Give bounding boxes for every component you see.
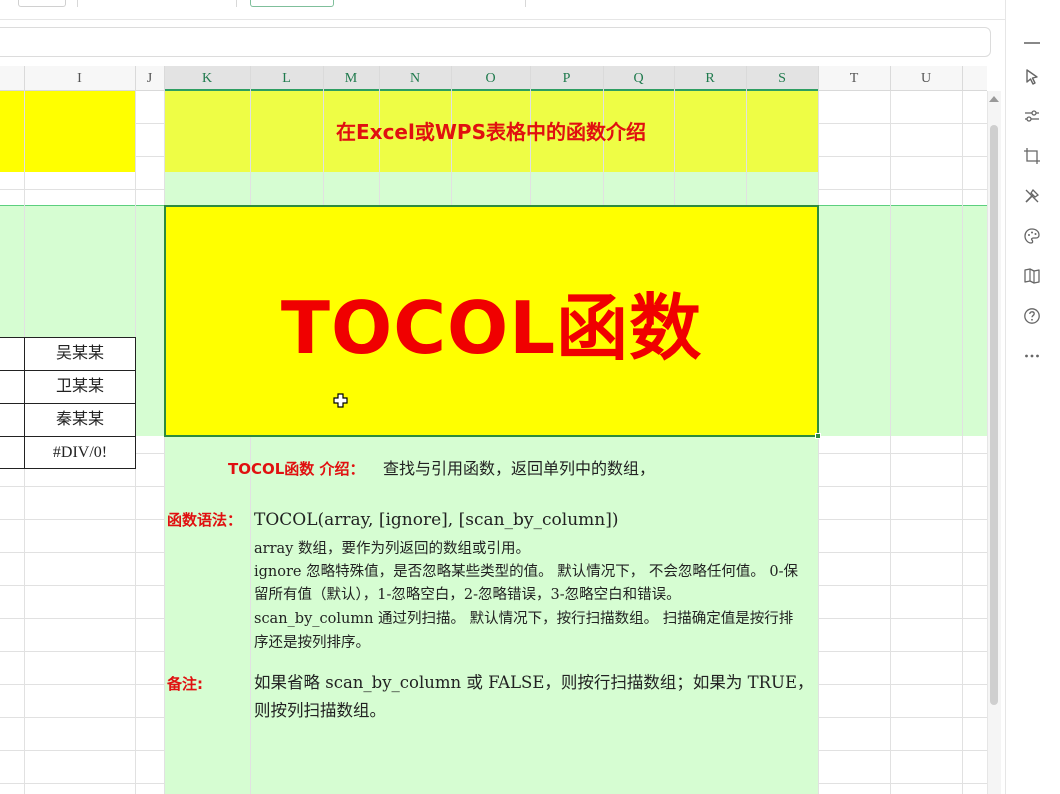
table-cell-error[interactable]: #DIV/0!	[25, 437, 135, 469]
cursor-icon[interactable]	[1021, 66, 1043, 88]
column-header-k[interactable]: K	[164, 66, 250, 91]
selection-fill-handle[interactable]	[815, 433, 821, 439]
table-cell-name[interactable]: 吴某某	[25, 338, 135, 370]
column-header-m[interactable]: M	[323, 66, 379, 91]
grid-vline	[962, 91, 963, 794]
column-header-u[interactable]: U	[890, 66, 962, 91]
tools-icon[interactable]	[1021, 185, 1043, 207]
grid-vline	[250, 91, 251, 794]
formula-bar-input[interactable]	[0, 27, 991, 57]
toolbar-separator	[77, 0, 78, 7]
toolbar-font-size-box[interactable]	[18, 0, 66, 7]
grid-vline	[890, 91, 891, 794]
column-header-q[interactable]: Q	[603, 66, 674, 91]
intro-text: 查找与引用函数，返回单列中的数组，	[383, 459, 656, 478]
note-line: 如果省略 scan_by_column 或 FALSE，则按行扫描数组；如果为 …	[254, 673, 814, 692]
column-header-j[interactable]: J	[135, 66, 164, 91]
table-cell-name[interactable]: 秦某某	[25, 404, 135, 436]
scroll-up-arrow-icon[interactable]	[989, 96, 999, 102]
sliders-icon[interactable]	[1021, 105, 1043, 127]
palette-icon[interactable]	[1021, 225, 1043, 247]
toolbar-separator	[236, 0, 237, 7]
intro-label: TOCOL函数 介绍：	[228, 460, 365, 478]
cell-fill-yellow-left	[0, 91, 135, 172]
syntax-detail-line: 留所有值（默认），1-忽略空白，2-忽略错误，3-忽略空白和错误。	[254, 587, 681, 603]
column-header-r[interactable]: R	[674, 66, 746, 91]
column-header-l[interactable]: L	[250, 66, 323, 91]
cell-fill-green-row	[164, 172, 818, 205]
grid-vline	[164, 91, 165, 794]
vertical-scroll-thumb[interactable]	[990, 125, 998, 705]
grid-vline	[818, 91, 819, 794]
column-header-o[interactable]: O	[451, 66, 530, 91]
title-merged-cell[interactable]: TOCOL函数	[164, 205, 819, 437]
syntax-detail-line: array 数组，要作为列返回的数组或引用。	[254, 541, 530, 557]
book-map-icon[interactable]	[1021, 265, 1043, 287]
column-header-s[interactable]: S	[746, 66, 818, 91]
toolbar-separator	[525, 0, 526, 7]
syntax-label: 函数语法：	[167, 511, 243, 529]
syntax-detail-line: 序还是按列排序。	[254, 635, 370, 651]
more-icon[interactable]	[1021, 345, 1043, 367]
crop-icon[interactable]	[1021, 145, 1043, 167]
toolbar-strip	[0, 0, 1005, 20]
column-header-n[interactable]: N	[379, 66, 451, 91]
note-label: 备注:	[167, 675, 203, 693]
help-icon[interactable]	[1021, 305, 1043, 327]
column-header-t[interactable]: T	[818, 66, 890, 91]
column-header-divider	[962, 66, 963, 91]
syntax-detail-line: ignore 忽略特殊值，是否忽略某些类型的值。 默认情况下， 不会忽略任何值。…	[254, 564, 799, 580]
syntax-text: TOCOL(array, [ignore], [scan_by_column])	[254, 510, 619, 530]
toolbar-number-format-box[interactable]	[250, 0, 334, 7]
column-header-p[interactable]: P	[530, 66, 603, 91]
note-line: 则按列扫描数组。	[254, 701, 386, 720]
cross-cursor-icon	[333, 393, 348, 408]
table-cell-name[interactable]: 卫某某	[25, 371, 135, 403]
names-table: 吴某某 卫某某 秦某某 #DIV/0!	[0, 337, 136, 469]
page-title: TOCOL函数	[280, 285, 703, 370]
collapse-dash-icon[interactable]	[1024, 42, 1040, 44]
column-header-i[interactable]: I	[24, 66, 135, 91]
syntax-detail-line: scan_by_column 通过列扫描。 默认情况下，按行扫描数组。 扫描确定…	[254, 611, 794, 627]
subtitle-heading: 在Excel或WPS表格中的函数介绍	[336, 120, 646, 144]
